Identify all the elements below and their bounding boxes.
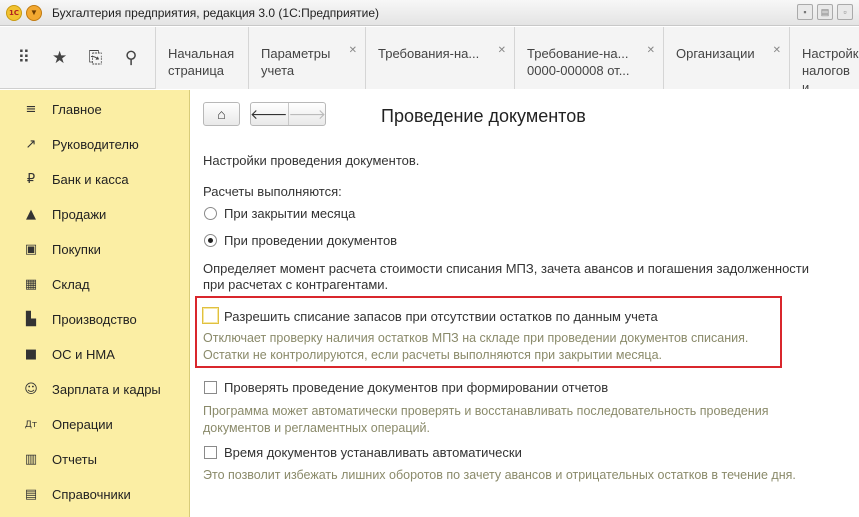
radio-month-close[interactable]	[204, 207, 217, 220]
sidebar-item-catalogs[interactable]: ▤ Справочники	[0, 477, 189, 512]
warehouse-icon: ▦	[24, 277, 38, 292]
history-icon[interactable]: ⎘	[84, 47, 106, 69]
sidebar-item-purchases[interactable]: ▣ Покупки	[0, 232, 189, 267]
radio-doc-post-label[interactable]: При проведении документов	[224, 233, 397, 248]
allow-writeoff-hint-line2: Остатки не контролируются, если расчеты …	[203, 348, 663, 362]
close-icon[interactable]: ✕	[773, 42, 781, 59]
close-icon[interactable]: ✕	[498, 42, 506, 59]
tab-tax-settings[interactable]: Настройк налогов и	[790, 27, 859, 89]
check-posting-label[interactable]: Проверять проведение документов при форм…	[224, 380, 608, 395]
print-icon[interactable]: ▤	[817, 4, 833, 20]
tabs-bar: ⠿ ★ ⎘ ⚲ Начальная страница Параметры уче…	[0, 27, 859, 89]
sidebar-item-main[interactable]: ≡ Главное	[0, 92, 189, 127]
tab-organizations[interactable]: Организации ✕	[664, 27, 790, 89]
radio-month-close-label[interactable]: При закрытии месяца	[224, 206, 355, 221]
apps-grid-icon[interactable]: ⠿	[13, 47, 35, 69]
menu-icon: ≡	[25, 102, 37, 117]
favorites-icon[interactable]: ▫	[837, 4, 853, 20]
allow-writeoff-checkbox[interactable]	[202, 307, 219, 324]
forward-button[interactable]: 🡒	[289, 103, 327, 125]
main-menu-button[interactable]: ▼	[26, 4, 42, 21]
calc-mode-label: Расчеты выполняются:	[203, 184, 342, 199]
allow-writeoff-hint-line1: Отключает проверку наличия остатков МПЗ …	[203, 331, 749, 345]
allow-writeoff-label[interactable]: Разрешить списание запасов при отсутстви…	[224, 309, 658, 324]
check-posting-checkbox[interactable]	[204, 381, 217, 394]
debit-credit-icon: Дт	[24, 419, 38, 430]
tab-requisitions[interactable]: Требования-на... ✕	[366, 27, 515, 89]
sidebar-item-reports[interactable]: ▥ Отчеты	[0, 442, 189, 477]
book-icon: ▤	[24, 487, 38, 502]
home-button[interactable]: ⌂	[203, 102, 240, 126]
auto-time-hint: Это позволит избежать лишних оборотов по…	[203, 468, 796, 482]
auto-time-label[interactable]: Время документов устанавливать автоматич…	[224, 445, 522, 460]
sections-sidebar: ≡ Главное ↗ Руководителю ₽ Банк и касса ▲ Пр…	[0, 90, 190, 517]
sidebar-item-production[interactable]: ▙ Производство	[0, 302, 189, 337]
sidebar-item-sales[interactable]: ▲ Продажи	[0, 197, 189, 232]
tab-home[interactable]: Начальная страница	[156, 27, 249, 89]
search-icon[interactable]: ⚲	[120, 47, 142, 69]
panel-tools: ⠿ ★ ⎘ ⚲	[0, 27, 156, 89]
radio-doc-post[interactable]	[204, 234, 217, 247]
tab-accounting-params[interactable]: Параметры учета ✕	[249, 27, 366, 89]
sidebar-item-manager[interactable]: ↗ Руководителю	[0, 127, 189, 162]
sidebar-item-warehouse[interactable]: ▦ Склад	[0, 267, 189, 302]
bag-icon: ▲	[26, 207, 36, 222]
star-icon[interactable]: ★	[49, 47, 71, 69]
page-title: Проведение документов	[381, 106, 586, 126]
window-title: Бухгалтерия предприятия, редакция 3.0 (1…	[52, 5, 380, 20]
back-button[interactable]: 🡐	[250, 103, 288, 125]
check-posting-hint-line1: Программа может автоматически проверять …	[203, 404, 769, 418]
truck-icon: ■	[24, 347, 38, 362]
tab-requisition-doc[interactable]: Требование-на... 0000-000008 от... ✕	[515, 27, 664, 89]
home-icon: ⌂	[217, 106, 226, 122]
app-logo-icon: 1C	[6, 4, 22, 21]
title-bar: 1C ▼ Бухгалтерия предприятия, редакция 3…	[0, 0, 859, 26]
history-nav-group: 🡐 🡒	[250, 102, 326, 126]
calc-hint-line2: при расчетах с контрагентами.	[203, 277, 389, 292]
save-icon[interactable]: ▪	[797, 4, 813, 20]
sidebar-item-bank[interactable]: ₽ Банк и касса	[0, 162, 189, 197]
factory-icon: ▙	[26, 312, 36, 327]
people-icon: ☺	[24, 382, 38, 397]
close-icon[interactable]: ✕	[647, 42, 655, 59]
cart-icon: ▣	[24, 242, 38, 257]
auto-time-checkbox[interactable]	[204, 446, 217, 459]
titlebar-actions: ▪ ▤ ▫	[797, 4, 853, 20]
close-icon[interactable]: ✕	[349, 42, 357, 59]
ruble-icon: ₽	[26, 172, 36, 187]
settings-label: Настройки проведения документов.	[203, 153, 420, 168]
main-content: ⌂ 🡐 🡒 Проведение документов Настройки пр…	[191, 90, 859, 517]
check-posting-hint-line2: документов и регламентных операций.	[203, 421, 430, 435]
sidebar-item-assets[interactable]: ■ ОС и НМА	[0, 337, 189, 372]
calc-hint-line1: Определяет момент расчета стоимости спис…	[203, 261, 810, 276]
report-chart-icon: ▥	[24, 452, 38, 467]
sidebar-item-operations[interactable]: Дт Операции	[0, 407, 189, 442]
trend-icon: ↗	[25, 137, 37, 152]
sidebar-item-salary[interactable]: ☺ Зарплата и кадры	[0, 372, 189, 407]
